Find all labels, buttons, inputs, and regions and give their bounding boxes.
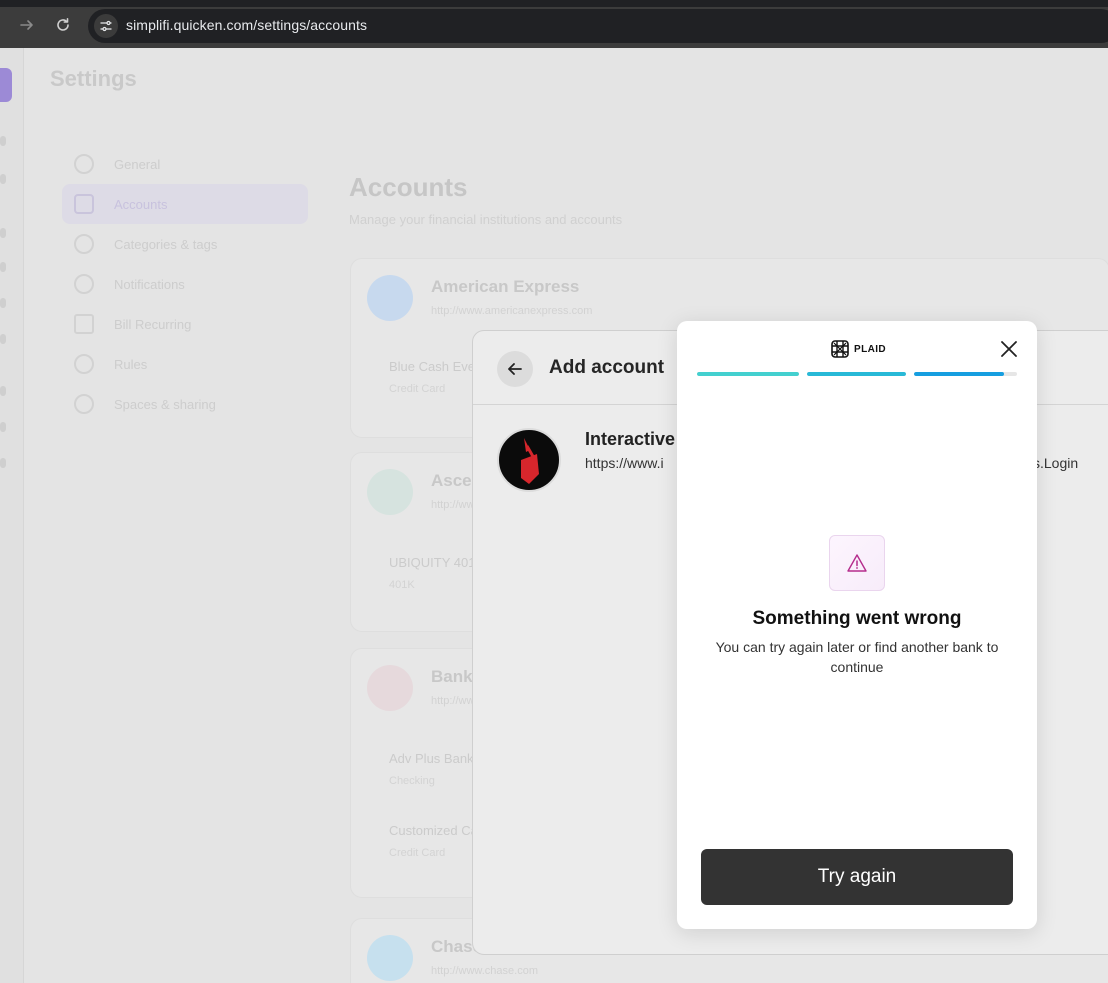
interactive-brokers-logo bbox=[521, 438, 539, 484]
account-detail: Credit Card bbox=[389, 847, 446, 859]
settings-nav-label: General bbox=[114, 156, 161, 172]
progress-segment bbox=[697, 372, 799, 376]
settings-nav-label: Accounts bbox=[114, 196, 168, 212]
ascensus-logo bbox=[367, 469, 413, 515]
back-button[interactable] bbox=[497, 351, 533, 387]
amex-logo bbox=[367, 275, 413, 321]
rail-item[interactable] bbox=[0, 298, 6, 308]
tag-icon bbox=[74, 234, 94, 254]
url-host: simplifi.quicken.com bbox=[126, 17, 254, 33]
settings-nav-categories[interactable]: Categories & tags bbox=[62, 224, 308, 264]
app-logo bbox=[0, 68, 12, 102]
tab-strip bbox=[0, 0, 1108, 7]
settings-nav-label: Rules bbox=[114, 356, 148, 372]
accounts-subtitle: Manage your financial institutions and a… bbox=[349, 212, 623, 227]
chase-logo bbox=[367, 935, 413, 981]
rail-item[interactable] bbox=[0, 334, 6, 344]
plaid-brand: PLAID bbox=[854, 343, 886, 355]
warning-badge bbox=[829, 535, 885, 591]
forward-button[interactable] bbox=[16, 14, 38, 36]
rail-item[interactable] bbox=[0, 228, 6, 238]
gear-icon bbox=[74, 154, 94, 174]
url-path: /settings/accounts bbox=[253, 17, 368, 33]
rail-item[interactable] bbox=[0, 174, 6, 184]
progress-bar bbox=[697, 372, 1017, 377]
boa-logo bbox=[367, 665, 413, 711]
rail-item[interactable] bbox=[0, 458, 6, 468]
arrow-right-icon bbox=[20, 20, 33, 30]
bank-url[interactable]: http://www.americanexpress.com bbox=[431, 305, 592, 317]
settings-nav: General Accounts Categories & tags Notif… bbox=[62, 144, 308, 424]
bell-icon bbox=[74, 274, 94, 294]
progress-fill bbox=[807, 372, 906, 376]
error-message: You can try again later or find another … bbox=[715, 639, 999, 675]
site-info-button[interactable] bbox=[94, 14, 118, 38]
bank-name: American Express bbox=[431, 277, 580, 296]
settings-nav-spaces[interactable]: Spaces & sharing bbox=[62, 384, 308, 424]
bank-icon bbox=[74, 194, 94, 214]
add-account-title: Add account bbox=[549, 357, 665, 378]
rail-item[interactable] bbox=[0, 262, 6, 272]
progress-segment bbox=[914, 372, 1017, 376]
settings-nav-label: Notifications bbox=[114, 276, 185, 292]
settings-nav-label: Bill Recurring bbox=[114, 316, 192, 332]
account-detail: Credit Card bbox=[389, 383, 446, 395]
app-rail bbox=[0, 48, 24, 983]
tune-icon bbox=[100, 20, 112, 32]
close-button[interactable] bbox=[997, 337, 1021, 361]
plaid-dialog: PLAID Something went wrong You can try a… bbox=[677, 321, 1037, 929]
settings-nav-general[interactable]: General bbox=[62, 144, 308, 184]
settings-nav-accounts[interactable]: Accounts bbox=[62, 184, 308, 224]
page-title: Settings bbox=[50, 66, 137, 91]
progress-fill bbox=[697, 372, 799, 376]
rail-item[interactable] bbox=[0, 386, 6, 396]
rail-item[interactable] bbox=[0, 136, 6, 146]
accounts-title: Accounts bbox=[349, 172, 468, 202]
url-text[interactable]: simplifi.quicken.com/settings/accounts bbox=[126, 17, 367, 33]
account-detail: 401K bbox=[389, 579, 415, 591]
settings-nav-label: Spaces & sharing bbox=[114, 396, 216, 412]
reload-icon bbox=[57, 18, 69, 31]
plaid-logo: PLAID bbox=[830, 339, 886, 359]
warning-triangle-icon bbox=[847, 554, 867, 572]
settings-nav-rules[interactable]: Rules bbox=[62, 344, 308, 384]
progress-segment bbox=[807, 372, 906, 376]
try-again-button[interactable]: Try again bbox=[701, 849, 1013, 905]
arrow-left-icon bbox=[508, 363, 522, 375]
bank-url[interactable]: http://www.chase.com bbox=[431, 965, 538, 977]
error-title: Something went wrong bbox=[752, 608, 962, 629]
rail-item[interactable] bbox=[0, 422, 6, 432]
account-detail: Checking bbox=[389, 775, 435, 787]
calendar-icon bbox=[74, 314, 94, 334]
reload-button[interactable] bbox=[52, 14, 74, 36]
settings-nav-notifications[interactable]: Notifications bbox=[62, 264, 308, 304]
settings-nav-label: Categories & tags bbox=[114, 236, 218, 252]
institution-url[interactable]: https://www.i bbox=[585, 455, 664, 471]
account-name: UBIQUITY 401K bbox=[389, 555, 485, 570]
rules-icon bbox=[74, 354, 94, 374]
institution-logo bbox=[497, 428, 561, 492]
share-icon bbox=[74, 394, 94, 414]
institution-name[interactable]: Interactive bbox=[585, 429, 675, 450]
settings-nav-recurring[interactable]: Bill Recurring bbox=[62, 304, 308, 344]
progress-fill bbox=[914, 372, 1004, 376]
plaid-mark-icon bbox=[831, 340, 849, 358]
address-bar[interactable]: simplifi.quicken.com/settings/accounts bbox=[88, 9, 1108, 43]
close-icon bbox=[1001, 341, 1017, 357]
browser-toolbar: simplifi.quicken.com/settings/accounts bbox=[0, 0, 1108, 48]
